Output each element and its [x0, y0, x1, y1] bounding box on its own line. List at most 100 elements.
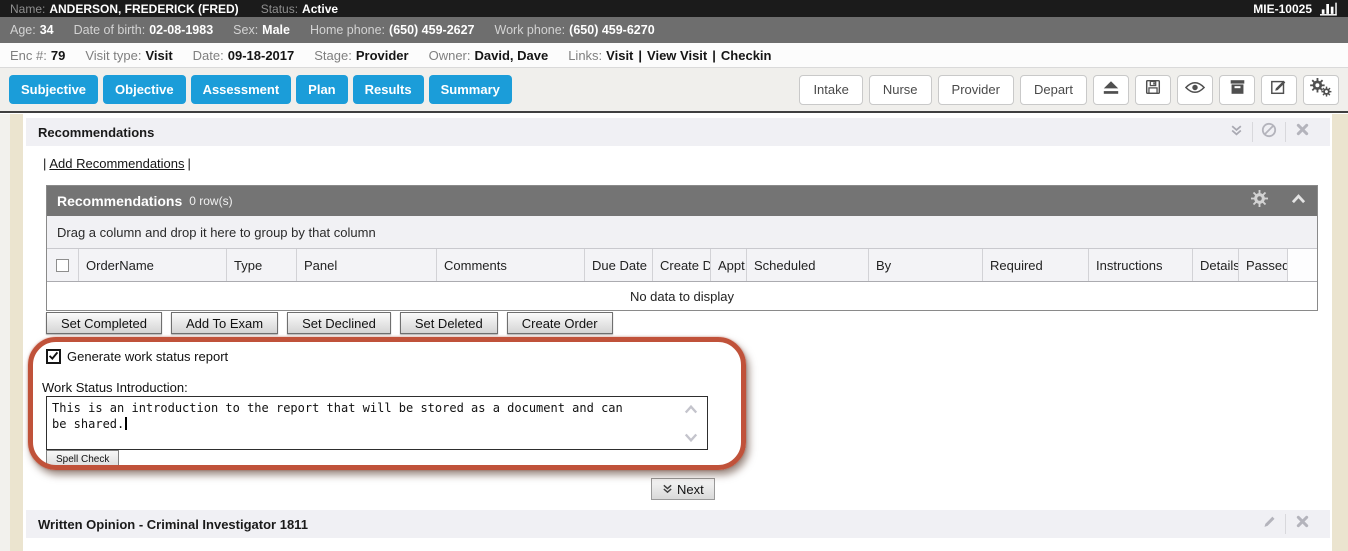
- grid-settings-button[interactable]: [1251, 190, 1268, 212]
- column-header-type[interactable]: Type: [227, 249, 297, 281]
- spell-check-button[interactable]: Spell Check: [46, 450, 119, 468]
- create-order-button[interactable]: Create Order: [507, 312, 613, 334]
- archive-button[interactable]: [1219, 75, 1255, 105]
- textarea-scroll-down-button[interactable]: [684, 430, 698, 448]
- select-all-checkbox[interactable]: [47, 249, 79, 281]
- patient-name-value: ANDERSON, FREDERICK (FRED): [49, 2, 238, 16]
- owner-pair: Owner: David, Dave: [429, 48, 549, 63]
- enc-number-label: Enc #:: [10, 48, 47, 63]
- tab-subjective[interactable]: Subjective: [9, 75, 98, 104]
- set-completed-button[interactable]: Set Completed: [46, 312, 162, 334]
- edit-note-button[interactable]: [1261, 75, 1297, 105]
- column-header-appt[interactable]: Appt...: [711, 249, 747, 281]
- column-header-ordername[interactable]: OrderName: [79, 249, 227, 281]
- owner-label: Owner:: [429, 48, 471, 63]
- column-header-details[interactable]: Details: [1193, 249, 1239, 281]
- link-visit[interactable]: Visit: [606, 48, 633, 63]
- tab-objective[interactable]: Objective: [103, 75, 186, 104]
- enc-number-pair: Enc #:79: [10, 48, 65, 63]
- column-header-scheduled[interactable]: Scheduled: [747, 249, 869, 281]
- sex-value: Male: [262, 23, 290, 37]
- column-header-create-date[interactable]: Create D...: [653, 249, 711, 281]
- eject-icon: [1102, 80, 1120, 100]
- set-deleted-button[interactable]: Set Deleted: [400, 312, 498, 334]
- generate-work-status-row: Generate work status report: [46, 349, 228, 364]
- dob-pair: Date of birth:02-08-1983: [74, 23, 214, 37]
- visit-type-value: Visit: [145, 48, 172, 63]
- sex-label: Sex:: [233, 23, 258, 37]
- column-label: Details: [1200, 258, 1239, 273]
- next-button[interactable]: Next: [651, 478, 715, 500]
- left-beige-strip: [10, 114, 23, 551]
- home-phone-pair: Home phone:(650) 459-2627: [310, 23, 475, 37]
- preview-button[interactable]: [1177, 75, 1213, 105]
- generate-work-status-checkbox[interactable]: [46, 349, 61, 364]
- nurse-button[interactable]: Nurse: [869, 75, 932, 105]
- home-phone-label: Home phone:: [310, 23, 385, 37]
- save-button[interactable]: [1135, 75, 1171, 105]
- close-section-button[interactable]: [1286, 123, 1318, 141]
- gear-icon: [1251, 190, 1268, 212]
- archive-box-icon: [1229, 79, 1246, 100]
- set-declined-button[interactable]: Set Declined: [287, 312, 391, 334]
- pipe: |: [43, 156, 46, 171]
- column-label: Scheduled: [754, 258, 815, 273]
- close-section-button[interactable]: [1286, 515, 1318, 533]
- owner-value: David, Dave: [475, 48, 549, 63]
- tab-results[interactable]: Results: [353, 75, 424, 104]
- column-header-panel[interactable]: Panel: [297, 249, 437, 281]
- age-label: Age:: [10, 23, 36, 37]
- work-status-intro-textarea[interactable]: This is an introduction to the report th…: [46, 396, 708, 450]
- patient-name-label: Name:: [10, 2, 45, 16]
- bar-chart-icon[interactable]: [1320, 1, 1338, 16]
- left-gray-strip: [0, 114, 10, 551]
- checkmark-icon: [48, 349, 59, 364]
- link-checkin[interactable]: Checkin: [721, 48, 772, 63]
- column-label: Comments: [444, 258, 507, 273]
- column-label: Type: [234, 258, 262, 273]
- edit-section-button[interactable]: [1253, 515, 1285, 533]
- add-recommendations-link[interactable]: Add Recommendations: [49, 156, 184, 171]
- column-header-comments[interactable]: Comments: [437, 249, 585, 281]
- column-header-filler: [1288, 249, 1317, 281]
- tab-plan[interactable]: Plan: [296, 75, 347, 104]
- sex-pair: Sex: Male: [233, 23, 290, 37]
- visit-type-label: Visit type:: [85, 48, 141, 63]
- section-header-icons: [1220, 122, 1318, 142]
- work-phone-label: Work phone:: [495, 23, 566, 37]
- column-header-by[interactable]: By: [869, 249, 983, 281]
- intake-button[interactable]: Intake: [799, 75, 862, 105]
- column-header-due-date[interactable]: Due Date: [585, 249, 653, 281]
- column-header-passed[interactable]: Passed: [1239, 249, 1288, 281]
- collapse-section-button[interactable]: [1220, 123, 1252, 141]
- add-to-exam-button[interactable]: Add To Exam: [171, 312, 278, 334]
- section-header-icons: [1253, 514, 1318, 534]
- generate-work-status-label: Generate work status report: [67, 349, 228, 364]
- grid-header: Recommendations 0 row(s): [47, 186, 1317, 216]
- settings-button[interactable]: [1303, 75, 1339, 105]
- column-label: Due Date: [592, 258, 647, 273]
- patient-status-label: Status:: [261, 2, 298, 16]
- textarea-scroll-up-button[interactable]: [684, 401, 698, 419]
- work-phone-pair: Work phone:(650) 459-6270: [495, 23, 655, 37]
- column-header-required[interactable]: Required: [983, 249, 1089, 281]
- eject-button[interactable]: [1093, 75, 1129, 105]
- provider-button[interactable]: Provider: [938, 75, 1014, 105]
- right-beige-strip: [1332, 114, 1348, 551]
- edit-pencil-icon: [1270, 78, 1288, 101]
- depart-button[interactable]: Depart: [1020, 75, 1087, 105]
- column-label: By: [876, 258, 891, 273]
- link-view-visit[interactable]: View Visit: [647, 48, 707, 63]
- grid-collapse-button[interactable]: [1290, 192, 1307, 210]
- recommendations-section-title: Recommendations: [38, 125, 154, 140]
- tab-assessment[interactable]: Assessment: [191, 75, 292, 104]
- column-label: Panel: [304, 258, 337, 273]
- visit-date-pair: Date:09-18-2017: [193, 48, 295, 63]
- column-header-instructions[interactable]: Instructions: [1089, 249, 1193, 281]
- column-label: Instructions: [1096, 258, 1162, 273]
- demographics-bar: Age:34 Date of birth:02-08-1983 Sex:Male…: [0, 17, 1348, 43]
- grid-group-hint: Drag a column and drop it here to group …: [47, 216, 1317, 249]
- tab-summary[interactable]: Summary: [429, 75, 512, 104]
- disable-section-button[interactable]: [1253, 123, 1285, 141]
- work-status-intro-text: This is an introduction to the report th…: [52, 401, 623, 431]
